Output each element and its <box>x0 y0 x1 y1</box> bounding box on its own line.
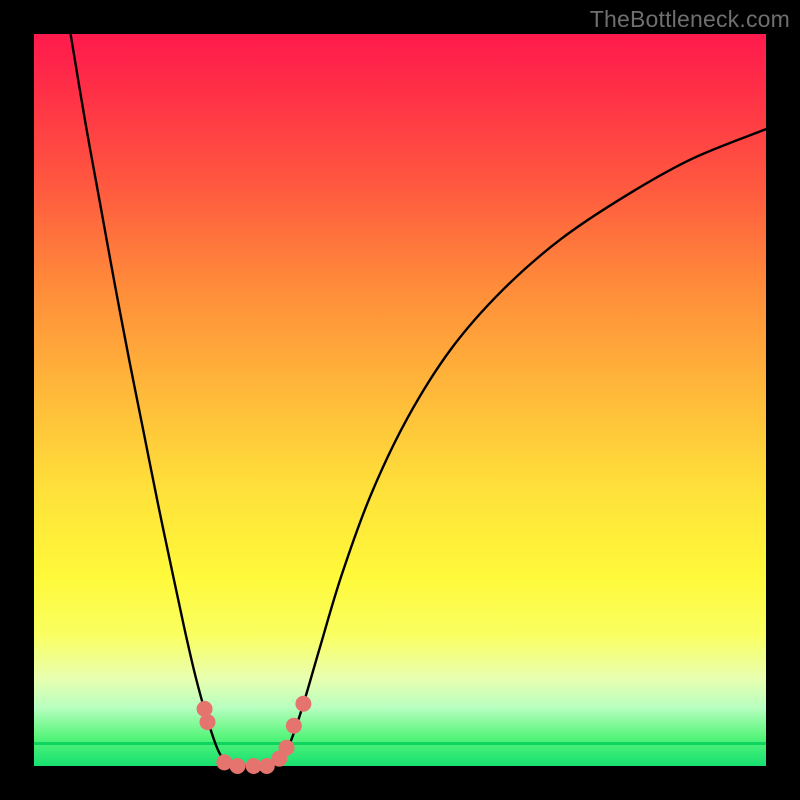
bottleneck-curve <box>71 34 766 767</box>
curve-layer <box>0 0 800 800</box>
data-marker <box>199 714 215 730</box>
watermark-text: TheBottleneck.com <box>590 6 790 33</box>
data-marker <box>286 718 302 734</box>
data-marker <box>279 740 295 756</box>
data-marker <box>197 701 213 717</box>
chart-frame: TheBottleneck.com <box>0 0 800 800</box>
data-marker <box>295 696 311 712</box>
data-marker <box>229 758 245 774</box>
